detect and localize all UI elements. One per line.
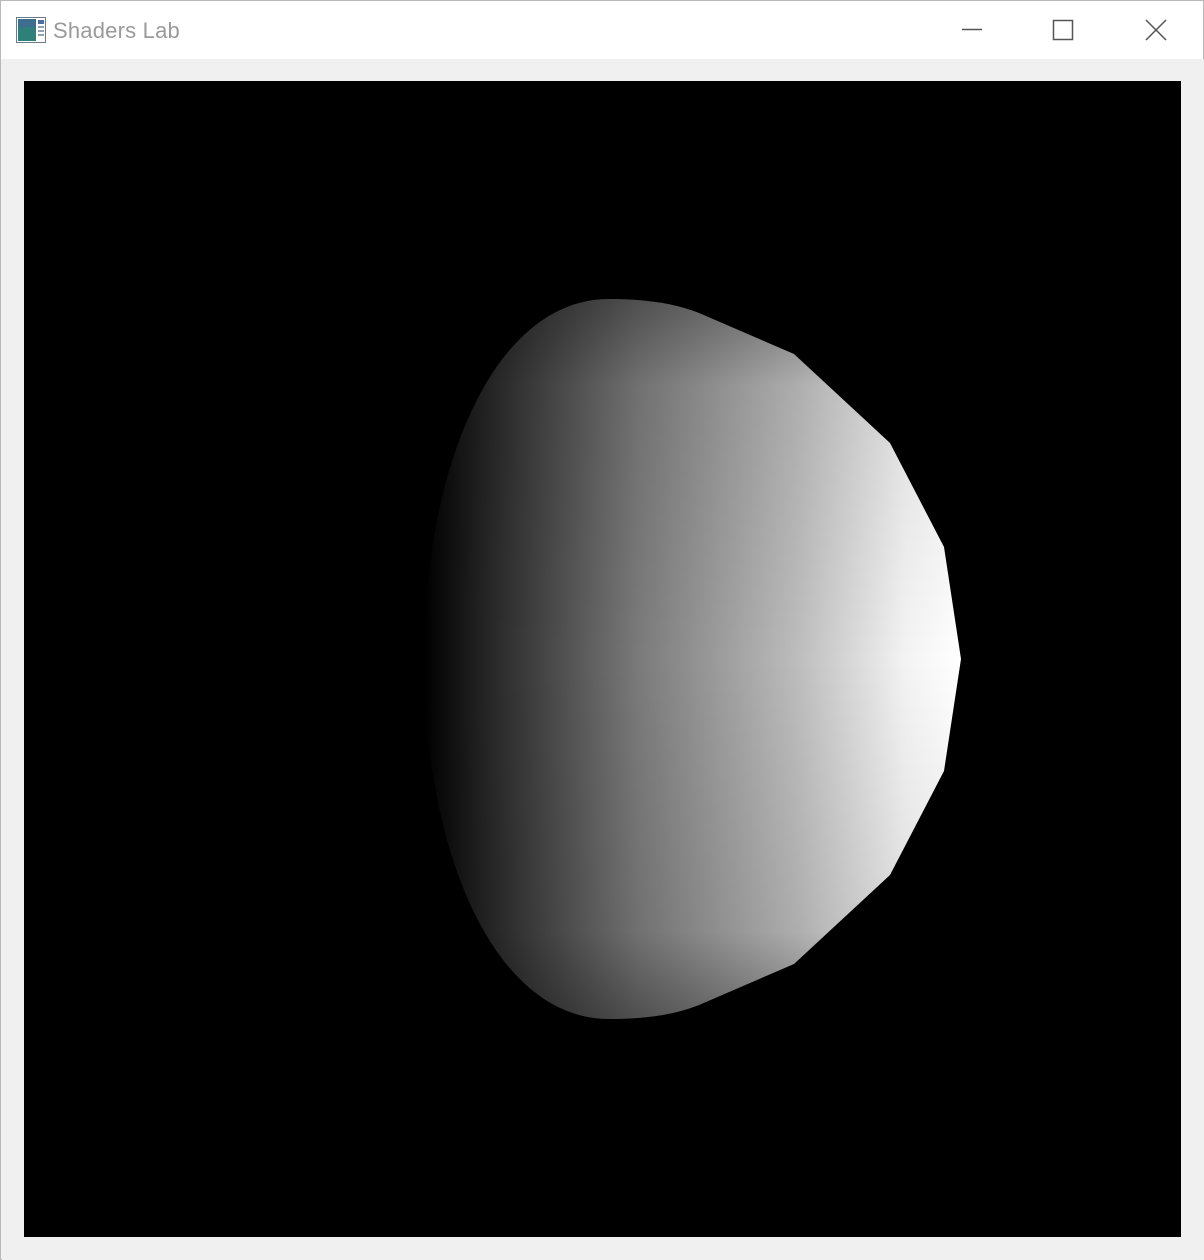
close-button[interactable] — [1109, 1, 1201, 59]
minimize-button[interactable] — [926, 1, 1018, 59]
maximize-icon — [1052, 19, 1074, 41]
shaders-lab-window: Shaders Lab — [0, 0, 1204, 1260]
maximize-button[interactable] — [1017, 1, 1109, 59]
application-window-icon[interactable] — [16, 17, 46, 43]
rendered-sphere-canvas — [24, 81, 1181, 1237]
render-viewport[interactable] — [24, 81, 1181, 1237]
close-icon — [1145, 19, 1167, 41]
window-title: Shaders Lab — [53, 18, 180, 43]
title-bar[interactable]: Shaders Lab — [1, 1, 1203, 59]
minimize-icon — [962, 28, 982, 31]
